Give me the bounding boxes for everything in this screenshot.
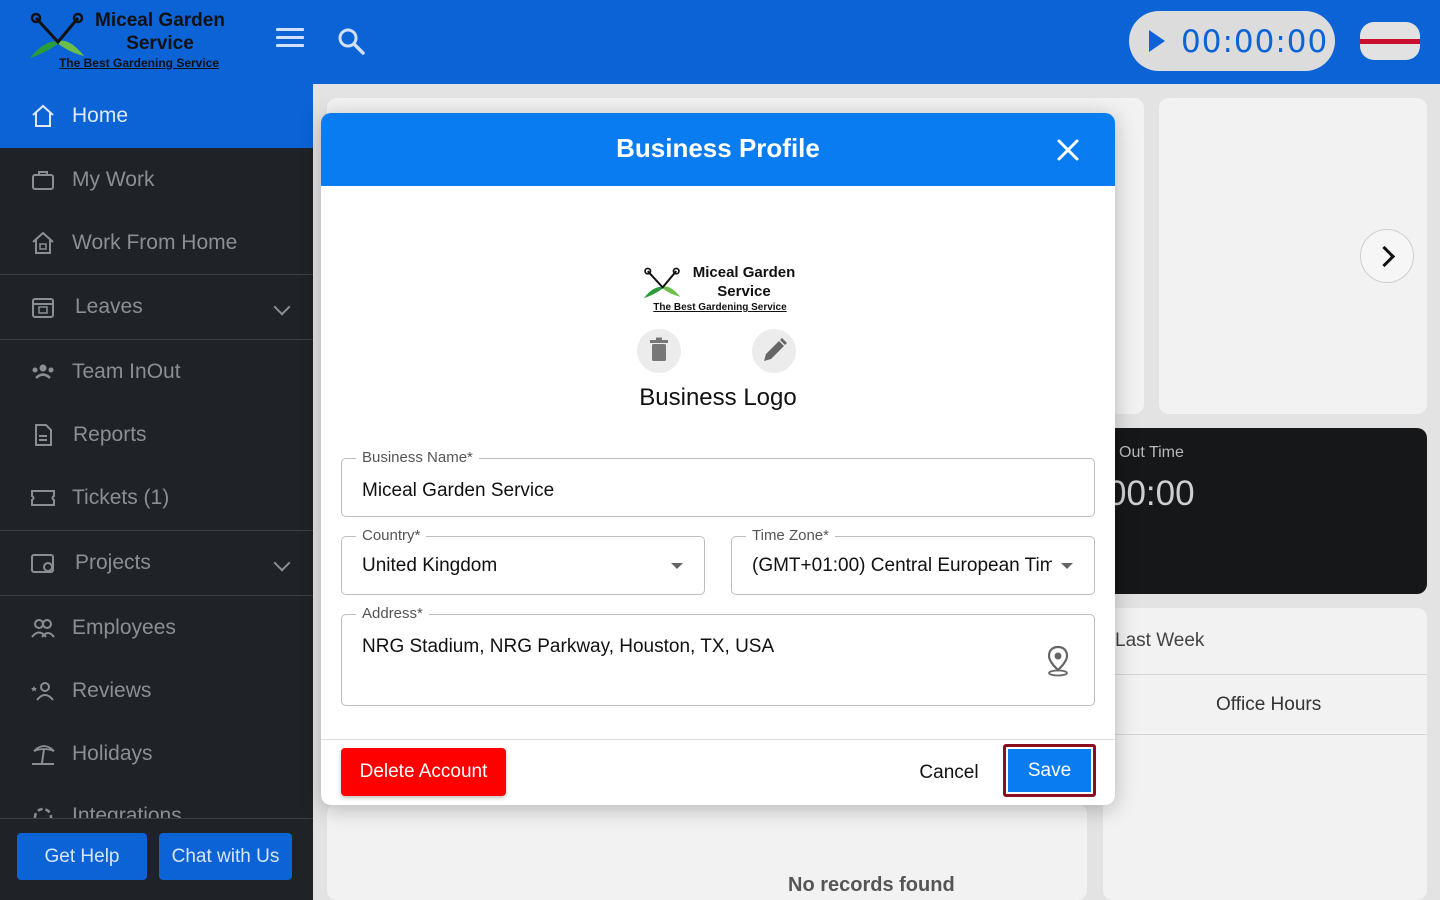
- out-time-value: 00:00: [1107, 474, 1195, 513]
- top-header: Miceal Garden Service The Best Gardening…: [0, 0, 1440, 84]
- chevron-down-icon: [273, 554, 291, 572]
- logo-tagline: The Best Gardening Service: [653, 302, 787, 313]
- business-logo-image: Miceal Garden Service The Best Gardening…: [637, 261, 803, 319]
- sidebar-item-label: Work From Home: [72, 231, 238, 254]
- sidebar-item-label: Tickets (1): [72, 486, 170, 509]
- sidebar-item-projects[interactable]: Projects: [0, 531, 313, 595]
- sidebar-item-my-work[interactable]: My Work: [0, 148, 313, 212]
- reviews-icon: [31, 682, 54, 701]
- out-time-label: Out Time: [1119, 444, 1184, 461]
- trash-icon: [650, 337, 668, 361]
- sidebar-item-label: Integrations: [72, 804, 182, 818]
- hamburger-icon[interactable]: [276, 28, 304, 54]
- home-icon: [32, 104, 54, 127]
- records-card: No records found: [327, 804, 1087, 900]
- get-help-button[interactable]: Get Help: [17, 833, 147, 880]
- country-select[interactable]: Country* United Kingdom: [341, 527, 705, 595]
- calendar-icon: [32, 298, 54, 318]
- sidebar: Home My Work Work From Home Leaves Team …: [0, 84, 313, 900]
- address-value: NRG Stadium, NRG Parkway, Houston, TX, U…: [362, 636, 775, 657]
- timezone-value: (GMT+01:00) Central European Tim...: [752, 555, 1052, 576]
- brand-tagline: The Best Gardening Service: [58, 56, 220, 70]
- sidebar-item-label: Reviews: [72, 679, 152, 702]
- sidebar-item-team-inout[interactable]: Team InOut: [0, 340, 313, 404]
- sidebar-item-label: Holidays: [72, 742, 153, 765]
- projects-icon: [31, 554, 54, 573]
- close-icon[interactable]: [1053, 135, 1083, 165]
- sidebar-item-reviews[interactable]: Reviews: [0, 659, 313, 723]
- sidebar-item-label: Projects: [75, 551, 151, 574]
- dialog-title: Business Profile: [616, 133, 820, 163]
- sidebar-item-label: Employees: [72, 616, 176, 639]
- cancel-button[interactable]: Cancel: [909, 755, 989, 791]
- search-icon[interactable]: [336, 26, 366, 56]
- sidebar-item-integrations[interactable]: Integrations: [0, 786, 313, 818]
- timer-display: 00:00:00: [1181, 24, 1329, 60]
- sidebar-item-label: My Work: [72, 168, 155, 191]
- sidebar-item-employees[interactable]: Employees: [0, 596, 313, 660]
- address-field[interactable]: Address* NRG Stadium, NRG Parkway, Houst…: [341, 605, 1095, 706]
- save-button[interactable]: Save: [1008, 749, 1091, 792]
- country-label: Country*: [356, 527, 427, 544]
- address-label: Address*: [356, 605, 429, 622]
- timezone-select[interactable]: Time Zone* (GMT+01:00) Central European …: [731, 527, 1095, 595]
- team-icon: [32, 364, 54, 379]
- business-name-value: Miceal Garden Service: [362, 480, 555, 501]
- carousel-next-button[interactable]: [1360, 229, 1414, 283]
- logo-name-line1: Miceal Garden: [692, 264, 796, 281]
- brand-name-line2: Service: [126, 33, 194, 54]
- dropdown-arrow-icon: [671, 563, 683, 569]
- save-button-highlight: Save: [1003, 744, 1096, 797]
- business-logo-label: Business Logo: [639, 384, 797, 411]
- last-week-label[interactable]: Last Week: [1115, 630, 1204, 652]
- play-icon: [1149, 30, 1165, 52]
- brand-logo[interactable]: Miceal Garden Service The Best Gardening…: [26, 8, 246, 74]
- sidebar-item-work-from-home[interactable]: Work From Home: [0, 211, 313, 275]
- weekly-card: Last Week Office Hours: [1103, 608, 1427, 900]
- sidebar-item-tickets[interactable]: Tickets (1): [0, 466, 313, 530]
- chat-with-us-button[interactable]: Chat with Us: [159, 833, 292, 880]
- business-name-label: Business Name*: [356, 449, 479, 466]
- sidebar-item-label: Leaves: [75, 295, 143, 318]
- pencil-icon: [764, 338, 787, 361]
- logo-name-line2: Service: [717, 283, 771, 300]
- business-name-field[interactable]: Business Name* Miceal Garden Service: [341, 449, 1095, 517]
- holiday-icon: [32, 745, 55, 765]
- country-value: United Kingdom: [362, 555, 498, 576]
- map-pin-icon[interactable]: [1045, 645, 1071, 677]
- report-icon: [35, 424, 52, 446]
- timer-button[interactable]: 00:00:00: [1129, 11, 1335, 71]
- sidebar-item-label: Team InOut: [72, 360, 181, 383]
- scissors-leaf-icon: [643, 267, 681, 299]
- ticket-icon: [31, 490, 55, 506]
- sidebar-item-label: Reports: [73, 423, 147, 446]
- out-time-card: Out Time 00:00: [1103, 428, 1427, 594]
- sidebar-item-reports[interactable]: Reports: [0, 403, 313, 467]
- delete-account-button[interactable]: Delete Account: [341, 748, 506, 796]
- no-records-text: No records found: [788, 874, 955, 896]
- sidebar-item-holidays[interactable]: Holidays: [0, 722, 313, 786]
- sidebar-item-leaves[interactable]: Leaves: [0, 275, 313, 339]
- sidebar-item-label: Home: [72, 104, 129, 127]
- company-avatar[interactable]: [1360, 22, 1420, 60]
- edit-logo-button[interactable]: [752, 329, 796, 373]
- timezone-label: Time Zone*: [746, 527, 835, 544]
- integrations-icon: [33, 807, 53, 818]
- brand-name-line1: Miceal Garden: [95, 10, 225, 31]
- home-work-icon: [32, 231, 54, 254]
- help-buttons-bar: Get Help Chat with Us: [0, 818, 313, 900]
- briefcase-icon: [32, 171, 54, 190]
- dropdown-arrow-icon: [1061, 563, 1073, 569]
- office-hours-header: Office Hours: [1216, 694, 1322, 715]
- delete-logo-button[interactable]: [637, 329, 681, 373]
- sidebar-item-home[interactable]: Home: [0, 84, 313, 148]
- chevron-down-icon: [273, 298, 291, 316]
- business-profile-dialog: Business Profile Miceal Garden Service T…: [321, 113, 1115, 805]
- dialog-header: Business Profile: [321, 113, 1115, 186]
- employees-icon: [31, 619, 55, 638]
- scissors-leaf-icon: [30, 12, 84, 58]
